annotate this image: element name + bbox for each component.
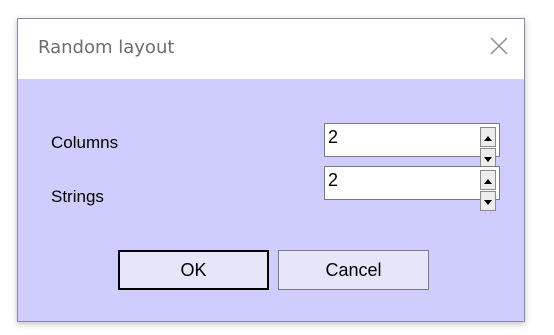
dialog-titlebar: Random layout [18, 19, 524, 79]
close-button[interactable] [482, 29, 516, 63]
cancel-button[interactable]: Cancel [278, 250, 429, 290]
arrow-down-icon [484, 192, 492, 210]
columns-spin-buttons [480, 127, 496, 168]
strings-spin-buttons [480, 170, 496, 211]
arrow-up-icon [484, 171, 492, 189]
strings-increment-button[interactable] [480, 170, 496, 190]
strings-label: Strings [51, 187, 104, 206]
columns-decrement-button[interactable] [480, 148, 496, 168]
arrow-up-icon [484, 128, 492, 146]
close-icon [490, 37, 508, 55]
columns-label: Columns [51, 133, 119, 152]
strings-input[interactable] [328, 168, 468, 198]
columns-spinner[interactable] [324, 123, 500, 168]
background-strip [0, 0, 554, 18]
ok-button[interactable]: OK [118, 250, 269, 290]
strings-spinner[interactable] [324, 166, 500, 211]
random-layout-dialog: Random layout Columns 2 Strings 2 OK Can… [17, 18, 525, 322]
arrow-down-icon [484, 149, 492, 167]
strings-decrement-button[interactable] [480, 191, 496, 211]
columns-increment-button[interactable] [480, 127, 496, 147]
dialog-title: Random layout [38, 37, 175, 58]
columns-input[interactable] [328, 125, 468, 155]
